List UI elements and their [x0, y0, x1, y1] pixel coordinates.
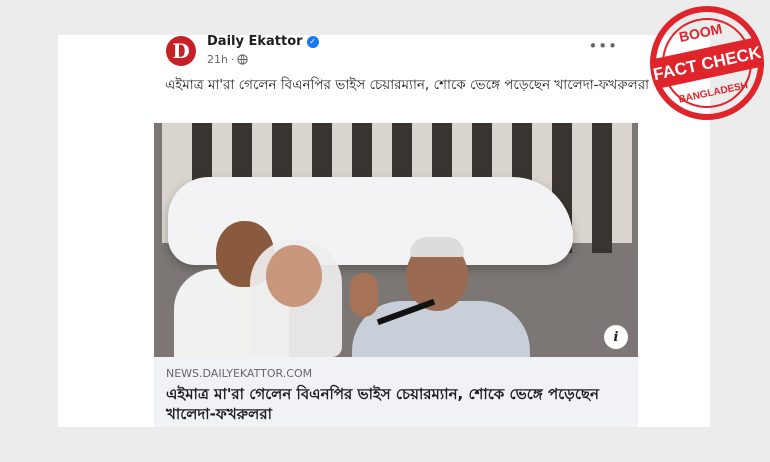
- stamp-bottom-text: BANGLADESH: [678, 80, 749, 105]
- post-photo[interactable]: i: [154, 123, 638, 357]
- page-avatar[interactable]: D: [166, 36, 196, 66]
- page-name-row: Daily Ekattor ✓: [207, 34, 319, 49]
- verified-badge-icon: ✓: [306, 35, 319, 48]
- link-headline: এইমাত্র মা'রা গেলেন বিএনপির ভাইস চেয়ারম…: [166, 385, 599, 423]
- post-card: D Daily Ekattor ✓ 21h · ••• এইমাত্র মা'র…: [58, 34, 710, 427]
- globe-icon: [237, 54, 249, 65]
- more-options-icon[interactable]: •••: [588, 39, 618, 54]
- facebook-post: D Daily Ekattor ✓ 21h · ••• এইমাত্র মা'র…: [154, 34, 650, 427]
- fact-check-stamp: BOOM FACT CHECK BANGLADESH: [650, 6, 764, 120]
- stamp-top-text: BOOM: [678, 20, 724, 45]
- info-icon[interactable]: i: [604, 325, 628, 349]
- post-timestamp[interactable]: 21h: [207, 53, 228, 66]
- page-name[interactable]: Daily Ekattor: [207, 34, 303, 49]
- avatar-letter: D: [172, 39, 190, 63]
- meta-separator: ·: [230, 53, 235, 66]
- post-meta: 21h ·: [207, 53, 249, 66]
- post-text: এইমাত্র মা'রা গেলেন বিএনপির ভাইস চেয়ারম…: [165, 77, 650, 93]
- link-domain: NEWS.DAILYEKATTOR.COM: [166, 367, 313, 380]
- link-preview[interactable]: NEWS.DAILYEKATTOR.COM এইমাত্র মা'রা গেলে…: [154, 357, 638, 427]
